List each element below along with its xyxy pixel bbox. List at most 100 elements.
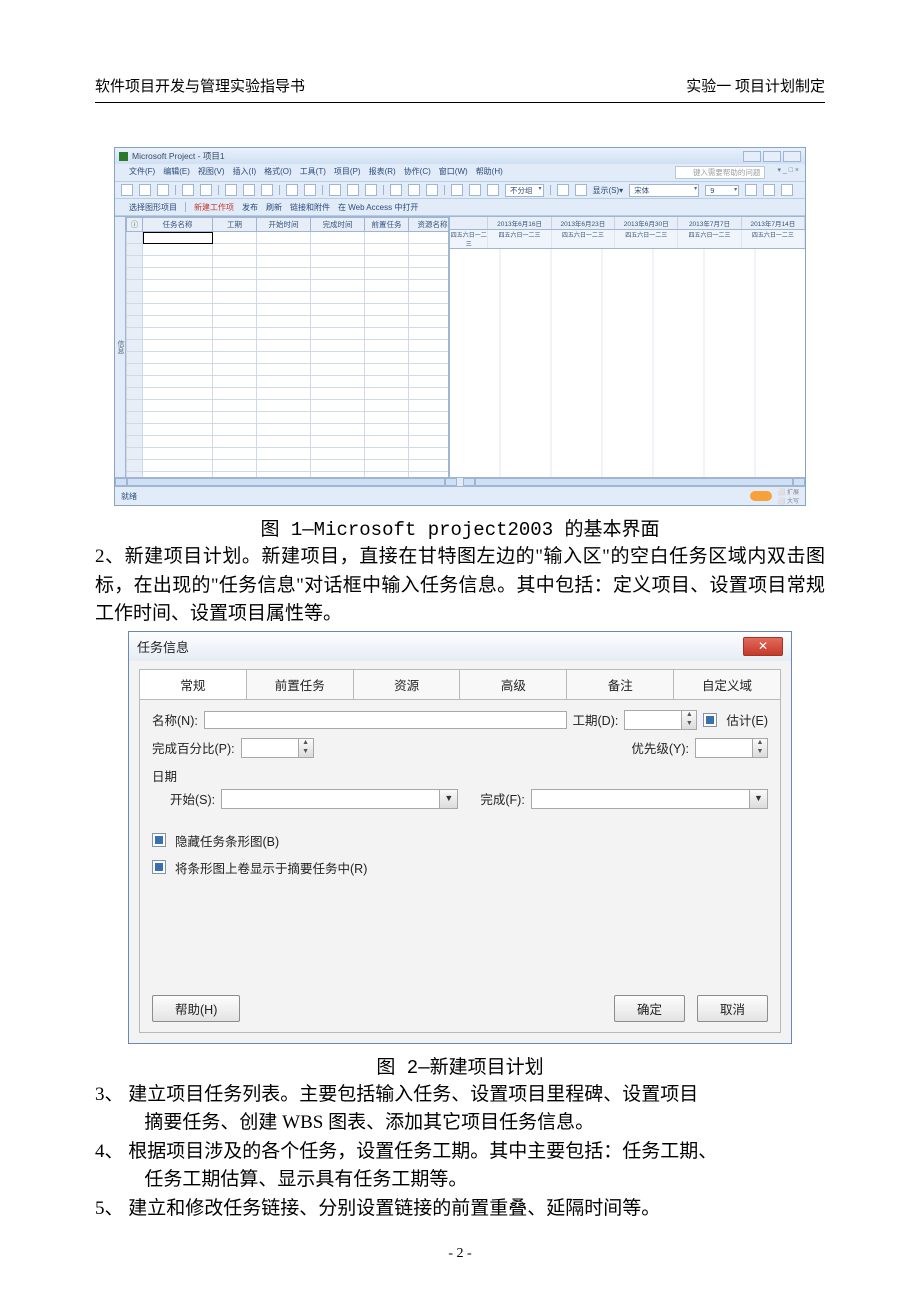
fontsize-dropdown[interactable]: 9 [705,185,739,196]
start-date-input[interactable]: ▼ [221,789,458,809]
copy-icon[interactable] [243,184,255,196]
menu-format[interactable]: 格式(O) [264,166,292,179]
menu-help[interactable]: 帮助(H) [476,166,503,179]
collab-links[interactable]: 链接和附件 [290,202,330,213]
col-pred[interactable]: 前置任务 [365,218,409,232]
estimate-checkbox[interactable] [703,713,717,727]
underline-icon[interactable] [781,184,793,196]
menu-file[interactable]: 文件(F) [129,166,155,179]
gantt-chart[interactable]: 2013年6月16日 2013年6月23日 2013年6月30日 2013年7月… [450,217,805,477]
menu-insert[interactable]: 插入(I) [233,166,257,179]
italic-icon[interactable] [763,184,775,196]
close-icon[interactable] [783,151,801,162]
name-input[interactable] [204,711,567,729]
col-name[interactable]: 任务名称 [143,218,213,232]
tab-general[interactable]: 常规 [139,669,247,699]
redo-icon[interactable] [304,184,316,196]
undo-icon[interactable] [286,184,298,196]
menu-view[interactable]: 视图(V) [198,166,225,179]
split-icon[interactable] [365,184,377,196]
mdi-controls[interactable]: ▾ _ □ × [777,166,799,179]
zoom-out-icon[interactable] [451,184,463,196]
collab-openweb[interactable]: 在 Web Access 中打开 [338,202,418,213]
help-search-input[interactable]: 键入需要帮助的问题 [675,166,765,179]
close-button[interactable]: ✕ [743,637,783,656]
min-icon[interactable] [743,151,761,162]
duration-label: 工期(D): [573,710,619,729]
col-start[interactable]: 开始时间 [257,218,311,232]
cut-icon[interactable] [225,184,237,196]
scrollbar[interactable] [115,477,805,486]
help-button[interactable]: 帮助(H) [152,995,240,1022]
ok-button[interactable]: 确定 [614,995,685,1022]
tab-predecessors[interactable]: 前置任务 [246,669,354,699]
collab-publish[interactable]: 发布 [242,202,258,213]
col-duration[interactable]: 工期 [213,218,257,232]
tab-advanced[interactable]: 高级 [459,669,567,699]
info-icon[interactable] [390,184,402,196]
figure1-caption: 图 1—Microsoft project2003 的基本界面 [95,514,825,541]
collab-select[interactable]: 选择图形项目 [129,202,177,213]
tab-notes[interactable]: 备注 [566,669,674,699]
menu-collab[interactable]: 协作(C) [404,166,431,179]
col-finish[interactable]: 完成时间 [311,218,365,232]
paragraph-list: 3、 建立项目任务列表。主要包括输入任务、设置项目里程碑、设置项目 摘要任务、创… [95,1081,825,1224]
unlink-icon[interactable] [347,184,359,196]
menu-project[interactable]: 项目(P) [334,166,361,179]
new-icon[interactable] [121,184,133,196]
gantt-body[interactable] [450,249,805,477]
task-grid[interactable]: ⓘ 任务名称 工期 开始时间 完成时间 前置任务 资源名称 [126,217,450,477]
collab-newtask[interactable]: 新建工作项 [194,202,234,213]
assign-icon[interactable] [426,184,438,196]
outdent-icon[interactable] [557,184,569,196]
bold-icon[interactable] [745,184,757,196]
menu-edit[interactable]: 编辑(E) [163,166,190,179]
font-dropdown[interactable]: 宋体 [629,184,699,197]
estimate-label: 估计(E) [726,710,768,729]
app-titlebar: Microsoft Project - 项目1 [115,148,805,164]
status-text: 就绪 [121,491,137,502]
zoom-in-icon[interactable] [469,184,481,196]
finish-date-input[interactable]: ▼ [531,789,768,809]
cancel-button[interactable]: 取消 [697,995,768,1022]
show-button[interactable]: 显示(S)▾ [593,185,624,196]
link-icon[interactable] [329,184,341,196]
dialog-title: 任务信息 [137,637,189,656]
tab-custom[interactable]: 自定义域 [673,669,781,699]
preview-icon[interactable] [200,184,212,196]
col-res[interactable]: 资源名称 [409,218,451,232]
hide-bar-checkbox[interactable] [152,833,166,847]
priority-spinner[interactable]: ▲▼ [695,738,768,758]
standard-toolbar[interactable]: 不分组 显示(S)▾ 宋体 9 [115,181,805,199]
open-icon[interactable] [139,184,151,196]
tab-resources[interactable]: 资源 [353,669,461,699]
gantt-week: 2013年7月14日 [742,217,805,229]
duration-spinner[interactable]: ▲▼ [624,710,697,730]
figure2-caption: 图 2—新建项目计划 [95,1052,825,1079]
menubar[interactable]: 文件(F) 编辑(E) 视图(V) 插入(I) 格式(O) 工具(T) 项目(P… [115,164,805,181]
notes-icon[interactable] [408,184,420,196]
save-icon[interactable] [157,184,169,196]
menu-window[interactable]: 窗口(W) [439,166,468,179]
percent-spinner[interactable]: ▲▼ [241,738,314,758]
view-bar[interactable]: 信息 [115,217,126,477]
goto-icon[interactable] [487,184,499,196]
paste-icon[interactable] [261,184,273,196]
task-rows[interactable] [127,232,451,478]
dialog-tabs[interactable]: 常规 前置任务 资源 高级 备注 自定义域 [139,669,781,699]
dialog-buttons: 帮助(H) 确定 取消 [152,995,768,1022]
rollup-checkbox[interactable] [152,860,166,874]
collab-toolbar[interactable]: 选择图形项目 新建工作项 发布 刷新 链接和附件 在 Web Access 中打… [115,199,805,216]
priority-label: 优先级(Y): [631,738,689,757]
menu-report[interactable]: 报表(R) [369,166,396,179]
indent-icon[interactable] [575,184,587,196]
menu-tools[interactable]: 工具(T) [300,166,326,179]
print-icon[interactable] [182,184,194,196]
group-dropdown[interactable]: 不分组 [505,184,544,197]
max-icon[interactable] [763,151,781,162]
collab-refresh[interactable]: 刷新 [266,202,282,213]
window-buttons[interactable] [743,151,801,162]
rollup-label: 将条形图上卷显示于摘要任务中(R) [175,858,367,877]
figure1-msproject-window: Microsoft Project - 项目1 文件(F) 编辑(E) 视图(V… [114,147,806,506]
col-info[interactable]: ⓘ [127,218,143,232]
